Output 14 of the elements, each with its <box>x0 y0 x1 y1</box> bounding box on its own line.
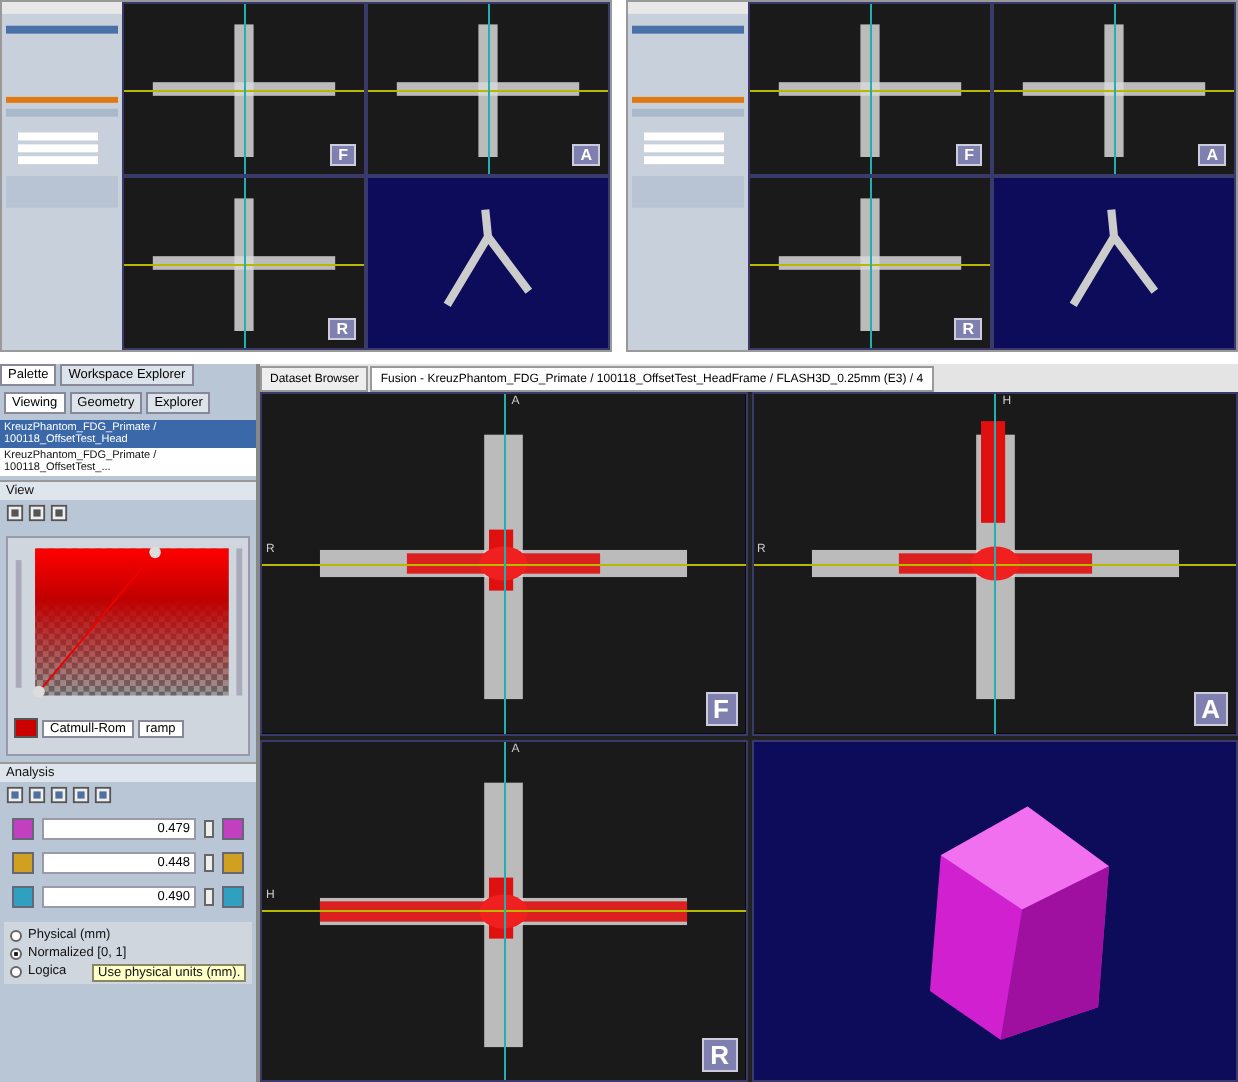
view-label: R <box>702 1038 737 1072</box>
radio-button[interactable] <box>10 929 22 941</box>
radio-button[interactable] <box>10 947 22 959</box>
view-label: F <box>956 144 982 166</box>
color-swatch <box>14 718 38 738</box>
view-label: A <box>572 144 600 166</box>
view-label: A <box>1198 144 1226 166</box>
radio-button[interactable] <box>10 965 22 977</box>
axis-color-swatch <box>222 852 244 874</box>
view-label: R <box>954 318 982 340</box>
axis-color-swatch <box>222 818 244 840</box>
view-label: F <box>330 144 356 166</box>
view-label: R <box>328 318 356 340</box>
axis-color-swatch <box>222 886 244 908</box>
